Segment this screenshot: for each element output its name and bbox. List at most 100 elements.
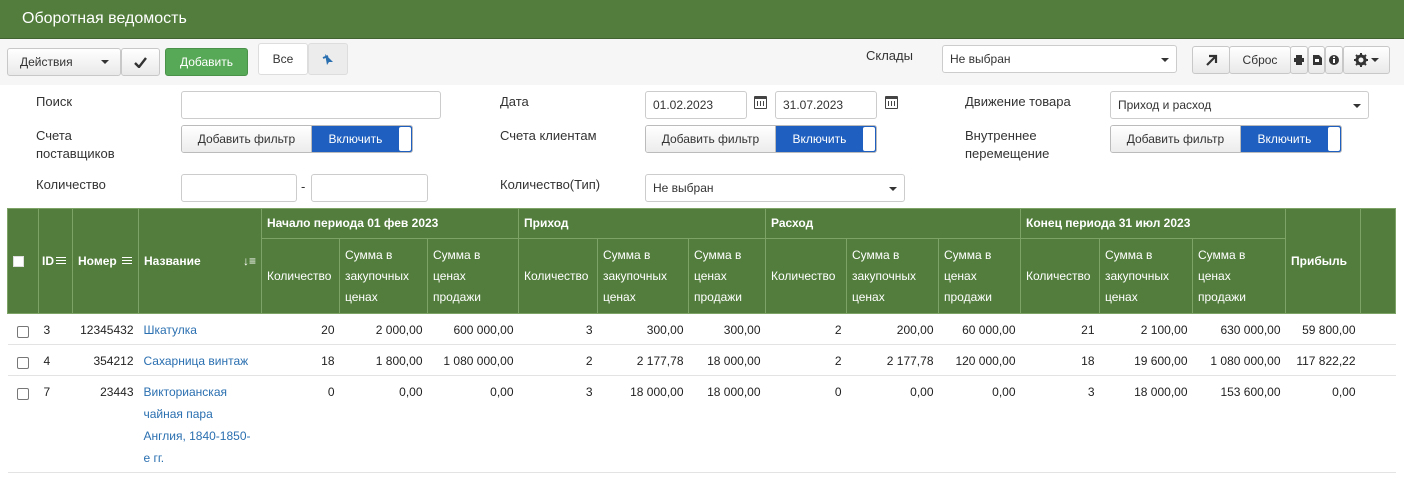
reset-button[interactable]: Сброс [1229, 46, 1291, 74]
header-number[interactable]: Номер [72, 208, 139, 314]
info-icon [1329, 55, 1339, 65]
header-sum-sale: Сумма в ценах продажи [1192, 238, 1286, 314]
cell-profit: 117 822,22 [1285, 344, 1361, 376]
add-filter-button[interactable]: Добавить фильтр [182, 126, 312, 152]
chevron-down-icon [889, 187, 897, 191]
table-row[interactable]: 4 354212 Сахарница винтаж 18 1 800,00 1 080 0… [7, 344, 1396, 376]
actions-dropdown[interactable]: Действия [7, 48, 121, 76]
cell-s-pur: 0,00 [339, 375, 428, 473]
print-icon [1294, 55, 1304, 65]
settings-button[interactable] [1343, 46, 1390, 74]
quantity-type-label: Количество(Тип) [500, 177, 601, 192]
pin-button[interactable] [308, 43, 348, 75]
row-checkbox[interactable] [16, 325, 29, 338]
cell-i-pur: 300,00 [597, 313, 689, 345]
confirm-button[interactable] [121, 48, 160, 76]
date-from-input[interactable]: 01.02.2023 [645, 91, 747, 119]
add-filter-button[interactable]: Добавить фильтр [646, 126, 776, 152]
row-select-cell[interactable] [7, 313, 39, 345]
quantity-type-select[interactable]: Не выбран [645, 174, 905, 202]
cell-i-qty: 2 [518, 344, 598, 376]
cell-i-qty: 3 [518, 313, 598, 345]
chevron-down-icon [101, 60, 109, 64]
cell-s-pur: 2 000,00 [339, 313, 428, 345]
client-invoices-toggle[interactable]: Добавить фильтр Включить [645, 125, 877, 153]
export-button[interactable] [1192, 46, 1230, 74]
supplier-invoices-label: Счета поставщиков [36, 128, 115, 161]
header-sum-sale: Сумма в ценах продажи [938, 238, 1021, 314]
table-row[interactable]: 7 23443 Викторианская чайная пара Англия, … [7, 375, 1396, 473]
cell-id: 7 [38, 375, 73, 473]
cell-extra [1360, 344, 1396, 376]
gear-icon [1354, 53, 1368, 67]
enable-label: Включить [1257, 132, 1312, 146]
quantity-to-input[interactable] [311, 174, 428, 202]
cell-e-sale: 60 000,00 [938, 313, 1021, 345]
row-select-cell[interactable] [7, 344, 39, 376]
cell-extra [1360, 313, 1396, 345]
movement-select[interactable]: Приход и расход [1110, 91, 1369, 119]
supplier-invoices-toggle[interactable]: Добавить фильтр Включить [181, 125, 413, 153]
product-link[interactable]: Шкатулка [144, 323, 197, 337]
product-link[interactable]: Сахарница винтаж [144, 354, 249, 368]
date-to-input[interactable]: 31.07.2023 [775, 91, 877, 119]
row-checkbox[interactable] [16, 387, 29, 400]
sort-desc-icon[interactable]: ↓≡ [243, 251, 256, 272]
cell-i-sale: 300,00 [688, 313, 766, 345]
sort-icon[interactable] [122, 256, 133, 266]
row-checkbox[interactable] [16, 356, 29, 369]
sort-icon[interactable] [56, 256, 66, 266]
header-sum-purchase: Сумма в закупочных ценах [339, 238, 428, 314]
product-link[interactable]: Викторианская чайная пара Англия, 1840-1… [144, 385, 251, 465]
internal-transfer-toggle[interactable]: Добавить фильтр Включить [1110, 125, 1342, 153]
info-button[interactable] [1325, 46, 1343, 74]
enable-button[interactable]: Включить [775, 126, 876, 152]
cell-s-sale: 1 080 000,00 [427, 344, 519, 376]
select-all-checkbox[interactable] [13, 255, 24, 267]
movement-value: Приход и расход [1118, 98, 1212, 112]
cell-name[interactable]: Викторианская чайная пара Англия, 1840-1… [138, 375, 262, 473]
cell-c-sale: 1 080 000,00 [1192, 344, 1286, 376]
calendar-icon[interactable] [885, 96, 898, 109]
warehouses-select[interactable]: Не выбран [942, 45, 1177, 73]
cell-e-qty: 2 [765, 313, 847, 345]
tab-all[interactable]: Все [258, 43, 308, 75]
add-filter-button[interactable]: Добавить фильтр [1111, 126, 1241, 152]
cell-name[interactable]: Сахарница винтаж [138, 344, 262, 376]
checkmark-icon [134, 56, 147, 68]
header-sum-purchase: Сумма в закупочных ценах [846, 238, 939, 314]
search-input[interactable] [181, 91, 441, 119]
cell-name[interactable]: Шкатулка [138, 313, 262, 345]
date-label: Дата [500, 94, 529, 109]
tab-all-label: Все [272, 52, 294, 66]
cell-s-sale: 600 000,00 [427, 313, 519, 345]
select-all-header[interactable] [7, 208, 39, 314]
cell-profit: 0,00 [1285, 375, 1361, 473]
date-to-value: 31.07.2023 [783, 98, 844, 112]
quantity-from-input[interactable] [181, 174, 297, 202]
enable-button[interactable]: Включить [311, 126, 412, 152]
enable-button[interactable]: Включить [1240, 126, 1341, 152]
table-row[interactable]: 3 12345432 Шкатулка 20 2 000,00 600 000,00 3 30… [7, 313, 1396, 345]
row-select-cell[interactable] [7, 375, 39, 473]
enable-label: Включить [328, 132, 383, 146]
toggle-knob [863, 127, 875, 151]
print-button[interactable] [1290, 46, 1308, 74]
cell-i-pur: 18 000,00 [597, 375, 689, 473]
quantity-type-value: Не выбран [653, 181, 714, 195]
calendar-icon[interactable] [754, 96, 767, 109]
header-number-label: Номер [78, 253, 117, 268]
actions-label: Действия [20, 55, 73, 69]
header-id[interactable]: ID [38, 208, 73, 314]
turnover-table: ID Номер Название ↓≡ Начало периода 01 фе… [7, 208, 1396, 473]
header-name[interactable]: Название ↓≡ [138, 208, 262, 314]
quantity-label: Количество [36, 177, 106, 192]
add-button[interactable]: Добавить [165, 48, 248, 76]
cell-e-qty: 2 [765, 344, 847, 376]
header-qty: Количество [1020, 238, 1100, 314]
cell-s-qty: 18 [261, 344, 340, 376]
header-qty: Количество [261, 238, 340, 314]
cell-c-qty: 21 [1020, 313, 1100, 345]
export-file-button[interactable] [1308, 46, 1325, 74]
table-body: 3 12345432 Шкатулка 20 2 000,00 600 000,00 3 30… [7, 313, 1396, 473]
